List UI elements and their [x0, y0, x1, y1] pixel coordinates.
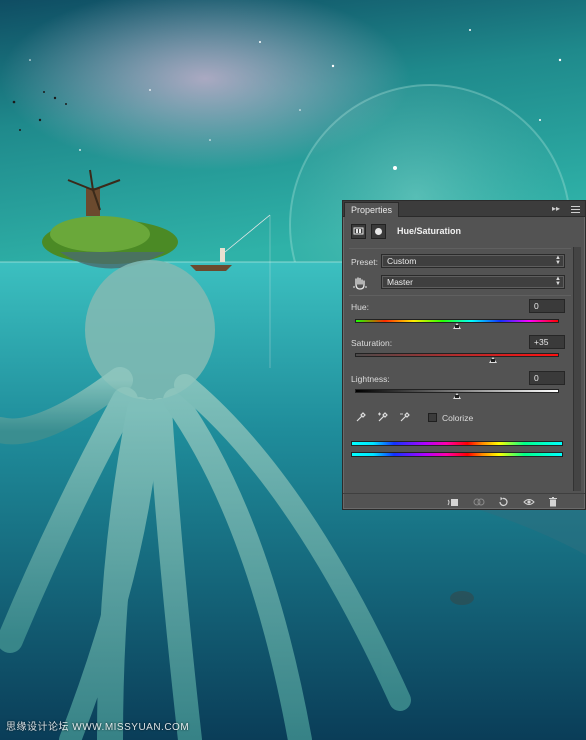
- preset-label: Preset:: [351, 257, 378, 267]
- select-arrows-icon: ▲ ▼: [555, 255, 561, 266]
- hand-target-adjust-icon[interactable]: [352, 275, 368, 291]
- channel-select[interactable]: Master ▲ ▼: [381, 275, 565, 289]
- lightness-slider-thumb[interactable]: [453, 393, 461, 399]
- preset-value: Custom: [387, 256, 417, 266]
- trash-icon[interactable]: [547, 497, 559, 507]
- panel-tab-bar: Properties ▸▸: [343, 201, 585, 217]
- properties-panel: Properties ▸▸ Hue/Saturation Preset: Cus…: [342, 200, 586, 510]
- panel-footer: [343, 493, 585, 509]
- channel-value: Master: [387, 277, 413, 287]
- eyedropper-minus-icon[interactable]: [399, 411, 411, 423]
- panel-menu-icon[interactable]: [567, 203, 581, 215]
- saturation-label: Saturation:: [351, 338, 393, 348]
- hue-value-field[interactable]: 0: [529, 299, 565, 313]
- watermark-text: 思缘设计论坛 WWW.MISSYUAN.COM: [6, 722, 190, 733]
- adjustment-title: Hue/Saturation: [397, 226, 462, 236]
- select-arrows-icon: ▲ ▼: [555, 276, 561, 287]
- input-spectrum-bar: [351, 441, 563, 446]
- output-spectrum-bar: [351, 452, 563, 457]
- colorize-label: Colorize: [442, 413, 474, 423]
- colorize-checkbox[interactable]: [428, 413, 437, 422]
- view-previous-state-icon[interactable]: [473, 497, 485, 507]
- saturation-value-field[interactable]: +35: [529, 335, 565, 349]
- adjustment-header: Hue/Saturation: [351, 223, 577, 243]
- preset-select[interactable]: Custom ▲ ▼: [381, 254, 565, 268]
- panel-scrollbar[interactable]: [573, 247, 581, 491]
- layer-mask-icon[interactable]: [371, 224, 386, 239]
- saturation-slider-track[interactable]: [355, 353, 559, 357]
- eyedropper-icon[interactable]: [355, 411, 367, 423]
- saturation-slider-thumb[interactable]: [488, 357, 497, 363]
- lightness-label: Lightness:: [351, 374, 390, 384]
- clip-to-layer-icon[interactable]: [447, 497, 459, 507]
- hue-label: Hue:: [351, 302, 369, 312]
- reset-icon[interactable]: [497, 497, 509, 507]
- divider: [349, 295, 571, 296]
- hue-saturation-adjustment-icon[interactable]: [351, 224, 366, 239]
- tab-properties[interactable]: Properties: [344, 202, 400, 217]
- hue-slider-thumb[interactable]: [453, 323, 461, 329]
- visibility-eye-icon[interactable]: [523, 497, 535, 507]
- collapse-panel-button[interactable]: ▸▸: [549, 203, 563, 215]
- lightness-value-field[interactable]: 0: [529, 371, 565, 385]
- divider: [349, 248, 571, 249]
- eyedropper-plus-icon[interactable]: [377, 411, 389, 423]
